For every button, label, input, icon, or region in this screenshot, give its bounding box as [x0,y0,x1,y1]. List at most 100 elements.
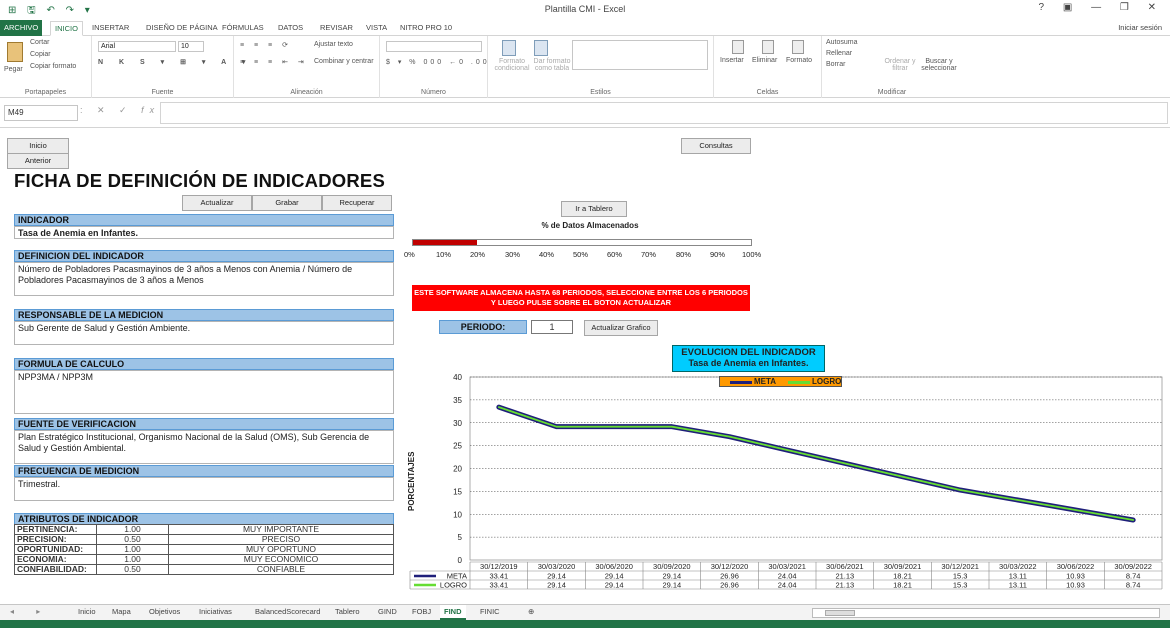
clear-button[interactable]: Borrar [826,61,845,68]
sheet-tab-tablero[interactable]: Tablero [335,607,360,616]
sheet-tab-find[interactable]: FIND [440,605,466,620]
sort-filter-button[interactable]: Ordenar y filtrar [882,58,918,72]
halign-buttons[interactable]: ≡ ≡ ≡ ⇤ ⇥ [240,58,308,66]
find-select-button[interactable]: Buscar y seleccionar [918,58,960,72]
tab-nitro[interactable]: NITRO PRO 10 [400,23,452,32]
formula-bar: M49 : ✕ ✓ fx [0,98,1170,128]
y-tick-label: 15 [453,487,462,496]
delete-cells-icon[interactable] [762,40,774,54]
cut-button[interactable]: Cortar [30,39,49,46]
group-label: Portapapeles [24,89,67,96]
tab-insertar[interactable]: INSERTAR [92,23,129,32]
format-table-button[interactable]: Dar formato como tabla [530,58,574,72]
y-tick-label: 0 [458,556,463,565]
x-tick-label: 30/12/2020 [711,562,749,571]
window-title: Plantilla CMI - Excel [544,4,626,14]
group-label: Alineación [290,89,323,96]
sheet-nav-arrows[interactable]: ◂ ▸ [10,607,50,616]
x-tick-label: 30/09/2020 [653,562,691,571]
merge-center-button[interactable]: Combinar y centrar [314,58,374,65]
group-label: Número [421,89,446,96]
x-tick-label: 30/06/2021 [826,562,864,571]
group-editing: Autosuma Rellenar Borrar Ordenar y filtr… [822,36,962,98]
sheet-tab-objetivos[interactable]: Objetivos [149,607,180,616]
data-table-value: 29.14 [605,572,624,581]
chart-legend: META LOGRO [719,376,842,387]
y-tick-label: 25 [453,442,462,451]
cell-styles-gallery[interactable] [572,40,708,70]
wrap-text-button[interactable]: Ajustar texto [314,41,353,48]
fill-button[interactable]: Rellenar [826,50,852,57]
legend-meta-label: META [754,377,777,386]
font-style-buttons[interactable]: N K S ▾ ⊞ ▾ A ▾ [98,58,252,66]
paste-button[interactable]: Pegar [4,66,23,73]
add-sheet-icon[interactable]: ⊕ [528,607,534,616]
format-button[interactable]: Formato [786,57,812,64]
sheet-tab-inicio[interactable]: Inicio [78,607,96,616]
group-number: $ ▾ % 000 ←0 .00 Número [380,36,488,98]
tab-inicio[interactable]: INICIO [50,21,83,36]
number-format-select[interactable] [386,41,482,52]
tab-vista[interactable]: VISTA [366,23,387,32]
title-bar: ⊞ 🖫 ↶ ↷ ▾ Plantilla CMI - Excel ? ▣ — ❐ … [0,0,1170,20]
legend-meta-swatch [730,381,752,384]
group-label: Celdas [756,89,779,96]
x-tick-label: 30/03/2020 [538,562,576,571]
data-table-value: 8.74 [1126,572,1141,581]
align-buttons[interactable]: ≡ ≡ ≡ ⟳ [240,41,292,49]
data-table-value: 29.14 [605,581,624,590]
x-tick-label: 30/09/2022 [1114,562,1152,571]
format-painter-button[interactable]: Copiar formato [30,63,76,70]
conditional-format-icon[interactable] [502,40,516,56]
paste-icon[interactable] [7,42,23,62]
insert-cells-icon[interactable] [732,40,744,54]
sheet-tab-finic[interactable]: FINIC [480,607,500,616]
window-controls[interactable]: ? ▣ — ❐ ✕ [1039,2,1164,13]
autosum-button[interactable]: Autosuma [826,39,858,46]
font-name-select[interactable]: Arial [98,41,176,52]
formula-input[interactable] [160,102,1168,124]
y-tick-label: 35 [453,396,462,405]
data-table-series-name: LOGRO [440,581,467,590]
scroll-thumb[interactable] [825,610,855,616]
format-table-icon[interactable] [534,40,548,56]
data-table-value: 26.96 [720,581,739,590]
y-tick-label: 20 [453,465,462,474]
group-clipboard: Pegar Cortar Copiar Copiar formato Porta… [0,36,92,98]
format-cells-icon[interactable] [792,40,804,54]
sheet-tab-mapa[interactable]: Mapa [112,607,131,616]
delete-button[interactable]: Eliminar [752,57,777,64]
y-axis-title: PORCENTAJES [398,373,428,523]
data-table-value: 24.04 [778,581,797,590]
tab-datos[interactable]: DATOS [278,23,303,32]
tab-diseno-pagina[interactable]: DISEÑO DE PÁGINA [146,23,218,32]
data-table-series-name: META [447,572,467,581]
data-table-value: 13.11 [1009,581,1027,590]
font-size-select[interactable]: 10 [178,41,204,52]
group-label: Estilos [590,89,611,96]
horizontal-scrollbar[interactable] [812,608,1160,618]
tab-revisar[interactable]: REVISAR [320,23,353,32]
fx-icon[interactable]: : ✕ ✓ fx [80,105,160,116]
legend-logro-label: LOGRO [812,377,842,386]
sheet-tab-iniciativas[interactable]: Iniciativas [199,607,232,616]
name-box[interactable]: M49 [4,105,78,121]
number-buttons[interactable]: $ ▾ % 000 ←0 .00 [386,58,490,66]
chart-subtitle: Tasa de Anemia en Infantes. [688,358,809,368]
sheet-tab-gind[interactable]: GIND [378,607,397,616]
insert-button[interactable]: Insertar [720,57,744,64]
sheet-tab-fobj[interactable]: FOBJ [412,607,431,616]
x-tick-label: 30/06/2020 [595,562,633,571]
data-table-value: 8.74 [1126,581,1141,590]
conditional-format-button[interactable]: Formato condicional [490,58,534,72]
sheet-tab-balancedscorecard[interactable]: BalancedScorecard [255,607,320,616]
y-tick-label: 5 [458,533,463,542]
data-table-value: 10.93 [1066,581,1085,590]
sign-in-link[interactable]: Iniciar sesión [1118,23,1162,32]
tab-formulas[interactable]: FÓRMULAS [222,23,264,32]
group-cells: Insertar Eliminar Formato Celdas [714,36,822,98]
group-label: Modificar [877,89,907,96]
x-tick-label: 30/03/2022 [999,562,1037,571]
copy-button[interactable]: Copiar [30,51,51,58]
tab-archivo[interactable]: ARCHIVO [0,20,43,36]
